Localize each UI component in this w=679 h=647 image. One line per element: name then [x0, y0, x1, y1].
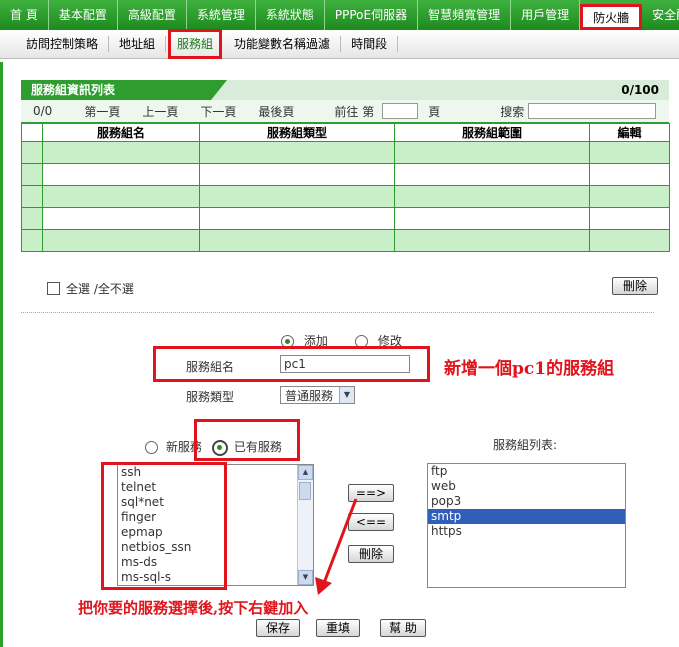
sub-nav: 訪問控制策略 地址組 服務組 功能變數名稱過濾 時間段 [0, 29, 679, 59]
select-all-control: 全選 /全不選 [47, 280, 134, 297]
new-service-radio[interactable] [145, 441, 158, 454]
list-item[interactable]: pop3 [428, 494, 625, 509]
select-all-link[interactable]: 全選 [66, 280, 90, 297]
table-row [21, 229, 670, 252]
type-label: 服務類型 [186, 390, 235, 404]
existing-service-label: 已有服務 [233, 440, 282, 454]
goto-page-input[interactable] [382, 103, 419, 119]
existing-service-radio[interactable] [212, 439, 228, 456]
list-item-selected[interactable]: smtp [428, 509, 625, 524]
deselect-all-link[interactable]: /全不選 [94, 280, 134, 297]
group-list-label: 服務組列表: [493, 438, 558, 452]
pager: 0/0 第一頁 上一頁 下一頁 最後頁 前往 第 頁 搜索 [21, 100, 669, 123]
nav-item-home[interactable]: 首 頁 [0, 0, 49, 30]
nav-item-bandwidth-management[interactable]: 智慧頻寬管理 [418, 0, 512, 30]
table-row [21, 141, 670, 164]
nav-item-pppoe-server[interactable]: PPPoE伺服器 [325, 0, 419, 30]
service-type-select[interactable]: 普通服務 ▼ [280, 386, 355, 404]
subnav-item-address-group[interactable]: 地址組 [109, 36, 167, 52]
table-row [21, 185, 670, 208]
left-accent-bar [0, 62, 3, 647]
save-button[interactable]: 保存 [256, 619, 300, 637]
available-services-highlight-box [101, 462, 227, 590]
annotation-add-instruction: 把你要的服務選擇後,按下右鍵加入 [78, 599, 309, 617]
nav-item-user-management[interactable]: 用戶管理 [511, 0, 581, 30]
table-row [21, 207, 670, 230]
goto-prefix: 前往 第 [334, 104, 375, 119]
chevron-down-icon[interactable]: ▼ [339, 387, 354, 403]
reset-button[interactable]: 重填 [316, 619, 360, 637]
last-page-link[interactable]: 最後頁 [258, 103, 294, 120]
goto-suffix: 頁 [428, 104, 441, 119]
list-item[interactable]: web [428, 479, 625, 494]
column-header-name: 服務組名 [42, 123, 200, 142]
top-nav: 首 頁 基本配置 高級配置 系統管理 系統狀態 PPPoE伺服器 智慧頻寬管理 … [0, 0, 679, 30]
subnav-item-service-group[interactable]: 服務組 [168, 29, 223, 59]
help-button[interactable]: 幫 助 [380, 619, 426, 637]
existing-service-option[interactable]: 已有服務 [212, 438, 282, 456]
scroll-up-icon[interactable]: ▲ [298, 465, 313, 480]
panel-header: 服務組資訊列表 0/100 [21, 80, 669, 100]
column-header-select [21, 123, 43, 142]
record-count: 0/100 [621, 83, 659, 97]
column-header-range: 服務組範圍 [394, 123, 590, 142]
column-header-edit: 編輯 [589, 123, 670, 142]
list-item[interactable]: https [428, 524, 625, 539]
search-input[interactable] [528, 103, 657, 119]
nav-item-basic-config[interactable]: 基本配置 [49, 0, 118, 30]
next-page-link[interactable]: 下一頁 [200, 103, 236, 120]
subnav-item-domain-filter[interactable]: 功能變數名稱過濾 [224, 36, 342, 52]
nav-item-system-status[interactable]: 系統狀態 [256, 0, 325, 30]
first-page-link[interactable]: 第一頁 [84, 103, 120, 120]
nav-item-firewall[interactable]: 防火牆 [580, 4, 643, 30]
name-label: 服務組名 [186, 360, 235, 374]
panel-title: 服務組資訊列表 [21, 80, 227, 100]
annotation-new-group: 新增一個pc1的服務組 [444, 359, 615, 379]
scroll-down-icon[interactable]: ▼ [298, 570, 313, 585]
select-all-checkbox[interactable] [47, 282, 60, 295]
service-type-value: 普通服務 [285, 388, 334, 403]
section-divider [21, 312, 654, 313]
page-position: 0/0 [33, 104, 53, 118]
group-services-list[interactable]: ftp web pop3 smtp https [427, 463, 626, 588]
subnav-item-access-control[interactable]: 訪問控制策略 [16, 36, 110, 52]
nav-item-security-config[interactable]: 安全配 [642, 0, 679, 30]
nav-item-system-management[interactable]: 系統管理 [187, 0, 256, 30]
nav-item-advanced-config[interactable]: 高級配置 [118, 0, 187, 30]
service-group-table: 服務組名 服務組類型 服務組範圍 編輯 [21, 123, 670, 252]
delete-selected-button[interactable]: 刪除 [612, 277, 658, 295]
search-label: 搜索 [500, 104, 525, 119]
prev-page-link[interactable]: 上一頁 [142, 103, 178, 120]
service-group-list-panel: 服務組資訊列表 0/100 0/0 第一頁 上一頁 下一頁 最後頁 前往 第 頁… [21, 80, 670, 252]
scroll-thumb[interactable] [299, 482, 311, 500]
list-item[interactable]: ftp [428, 464, 625, 479]
service-group-name-input[interactable]: pc1 [280, 355, 410, 373]
available-services-scrollbar[interactable]: ▲ ▼ [297, 465, 313, 585]
annotation-arrow-icon [315, 498, 358, 595]
subnav-item-time-range[interactable]: 時間段 [341, 36, 399, 52]
table-row [21, 163, 670, 186]
table-header-row: 服務組名 服務組類型 服務組範圍 編輯 [21, 123, 670, 142]
column-header-type: 服務組類型 [199, 123, 395, 142]
